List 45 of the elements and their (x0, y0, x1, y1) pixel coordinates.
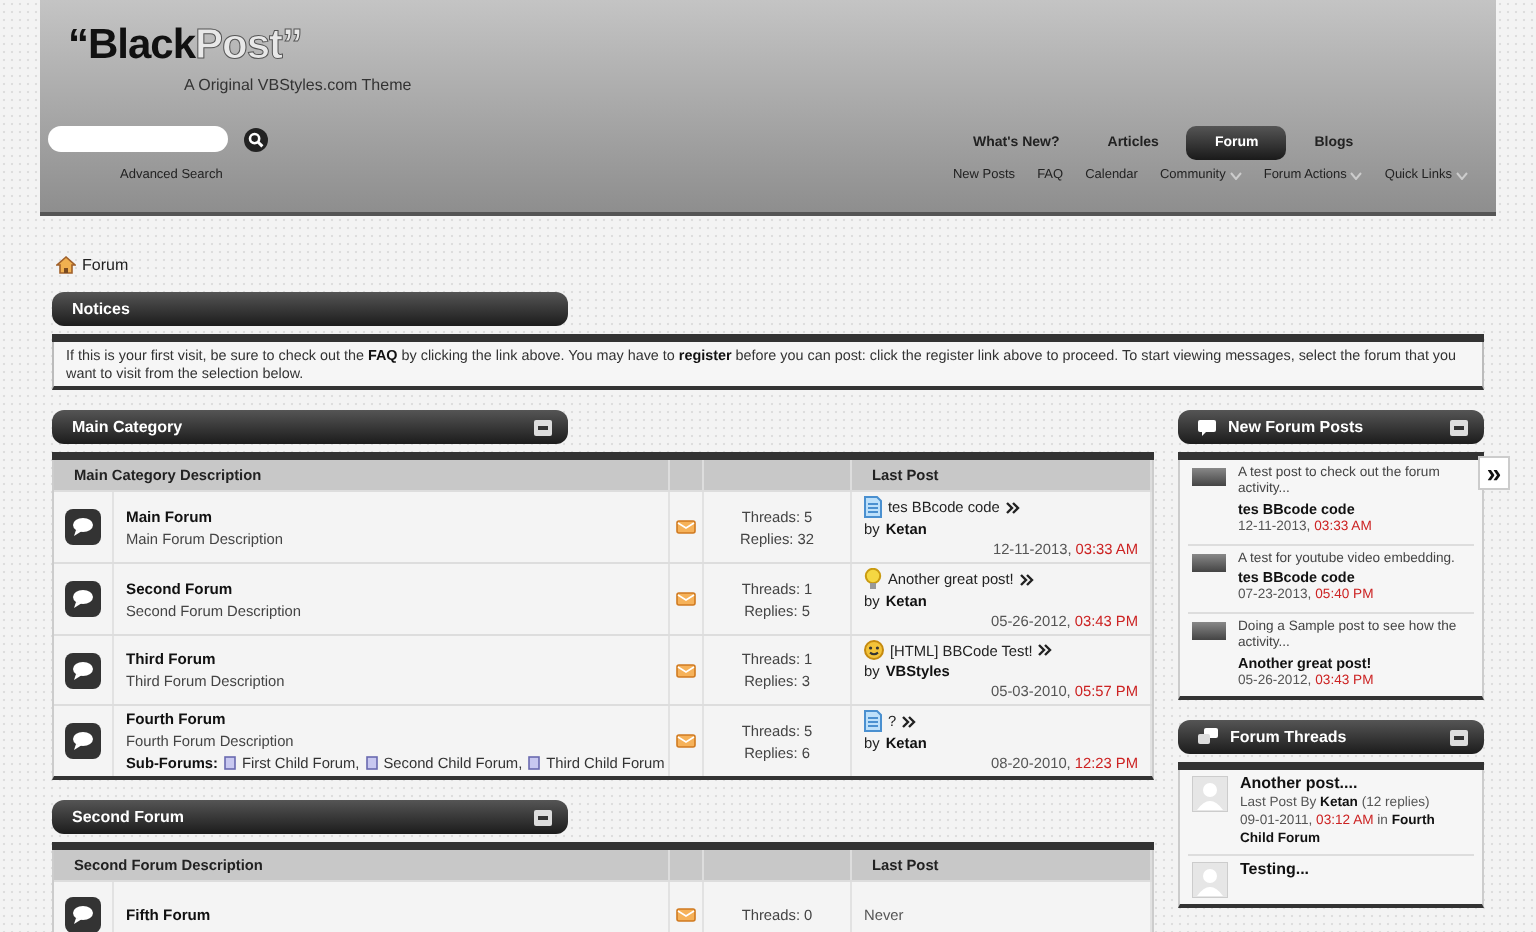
sub-forum-icon (223, 756, 236, 770)
category-title: Second Forum (72, 808, 185, 826)
avatar-icon (1192, 776, 1228, 813)
expand-sidebar-button[interactable]: » (1478, 456, 1510, 490)
widget-title: Forum Threads (1230, 728, 1347, 747)
envelope-icon (676, 592, 696, 606)
breadcrumb-link[interactable]: Forum (82, 256, 129, 274)
sub-forum-icon (365, 756, 378, 770)
smiley-icon (864, 640, 884, 660)
envelope-icon (676, 908, 696, 922)
collapse-icon (1450, 419, 1468, 435)
forum-speech-bubble-icon (64, 508, 102, 546)
lightbulb-icon (864, 568, 882, 590)
collapse-icon (1450, 729, 1468, 746)
category-title: Main Category (72, 418, 183, 436)
document-icon (864, 710, 882, 732)
collapse-icon (534, 809, 552, 825)
forum-speech-bubble-icon (64, 651, 102, 689)
chat-bubbles-icon (1198, 728, 1218, 747)
thumbnail-placeholder (1192, 621, 1226, 640)
forum-speech-bubble-icon (64, 722, 102, 760)
site-logo[interactable]: “BlackPost” (68, 24, 303, 68)
forum-speech-bubble-icon (64, 580, 102, 618)
home-icon (56, 256, 76, 274)
go-to-post-icon (1038, 644, 1053, 656)
envelope-icon (676, 520, 696, 534)
document-icon (864, 496, 882, 518)
speech-bubble-icon (1198, 419, 1216, 435)
widget-title: New Forum Posts (1228, 418, 1364, 436)
envelope-icon (676, 734, 696, 748)
go-to-post-icon (1005, 501, 1020, 513)
avatar-icon (1192, 862, 1228, 899)
thumbnail-placeholder (1192, 553, 1226, 572)
site-tagline: A Original VBStyles.com Theme (184, 76, 412, 94)
envelope-icon (676, 663, 696, 677)
go-to-post-icon (1019, 573, 1034, 585)
collapse-icon (534, 419, 552, 435)
thread-title-link[interactable]: Another post.... (1240, 776, 1470, 794)
thread-title-link[interactable]: Testing... (1240, 862, 1310, 879)
sub-forum-icon (528, 756, 541, 770)
search-field[interactable] (48, 126, 228, 152)
search-icon (244, 127, 268, 151)
thumbnail-placeholder (1192, 468, 1226, 486)
notices-header: Notices (52, 292, 568, 326)
go-to-post-icon (902, 715, 917, 727)
